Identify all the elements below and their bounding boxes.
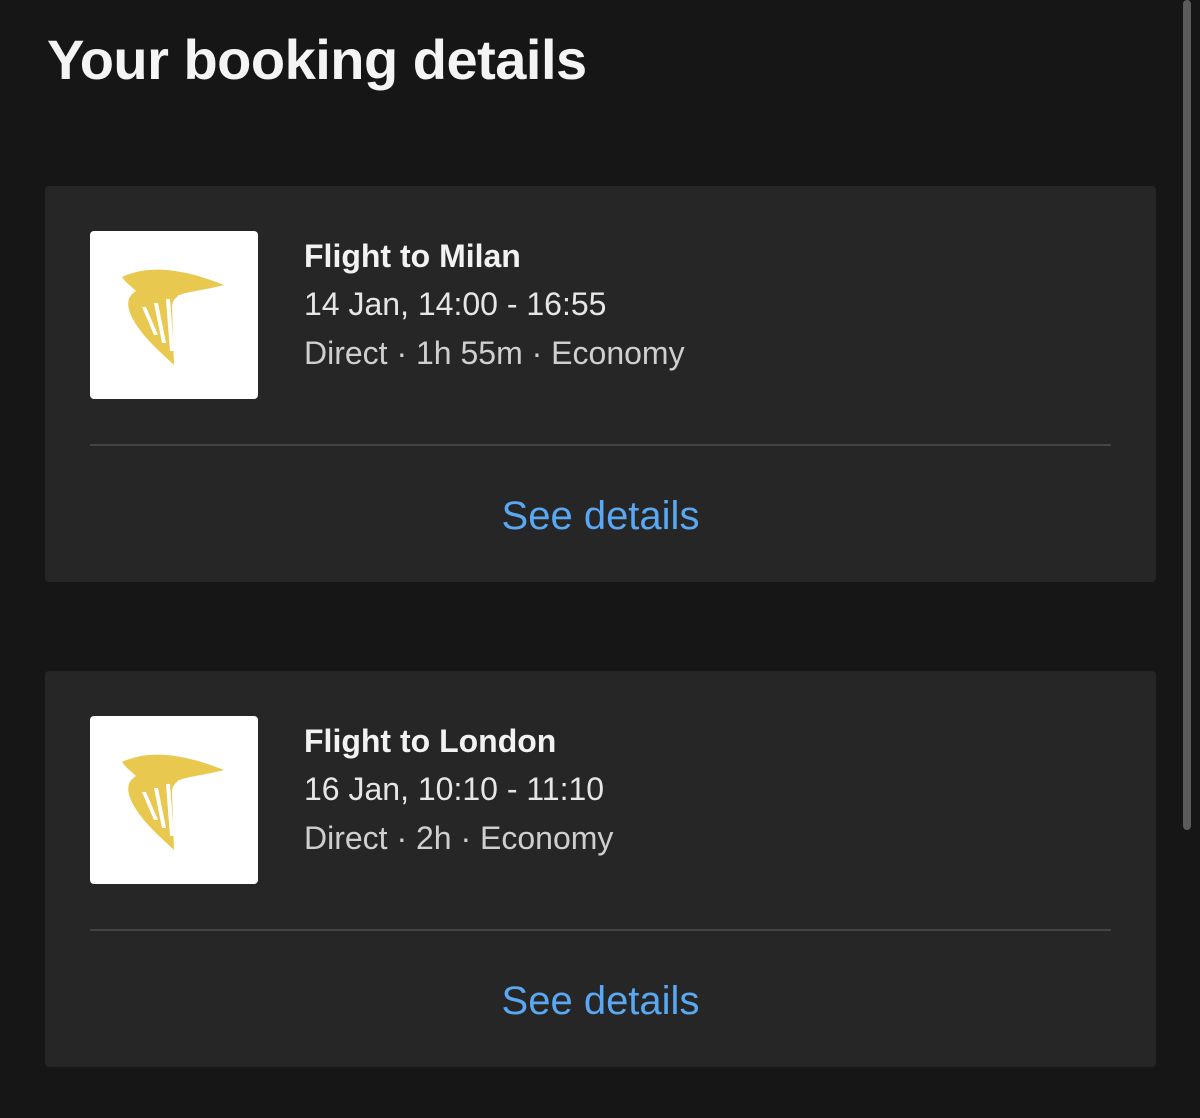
booking-card-london[interactable]: Flight to London 16 Jan, 10:10 - 11:10 D… (45, 671, 1156, 1067)
flight-meta: Direct · 2h · Economy (304, 820, 614, 856)
flight-times: 16 Jan, 10:10 - 11:10 (304, 771, 605, 807)
airline-logo (90, 716, 258, 884)
harp-logo-icon (122, 269, 224, 365)
booking-card-milan[interactable]: Flight to Milan 14 Jan, 14:00 - 16:55 Di… (45, 186, 1156, 582)
see-details-button[interactable]: See details (45, 977, 1156, 1025)
harp-logo-icon (122, 754, 224, 850)
flight-title: Flight to Milan (304, 238, 521, 274)
card-divider (90, 929, 1111, 931)
see-details-button[interactable]: See details (45, 492, 1156, 540)
flight-times: 14 Jan, 14:00 - 16:55 (304, 286, 607, 322)
flight-title: Flight to London (304, 723, 557, 759)
card-divider (90, 444, 1111, 446)
page-title: Your booking details (47, 28, 587, 91)
scrollbar[interactable] (1183, 0, 1191, 830)
airline-logo (90, 231, 258, 399)
flight-meta: Direct · 1h 55m · Economy (304, 335, 685, 371)
